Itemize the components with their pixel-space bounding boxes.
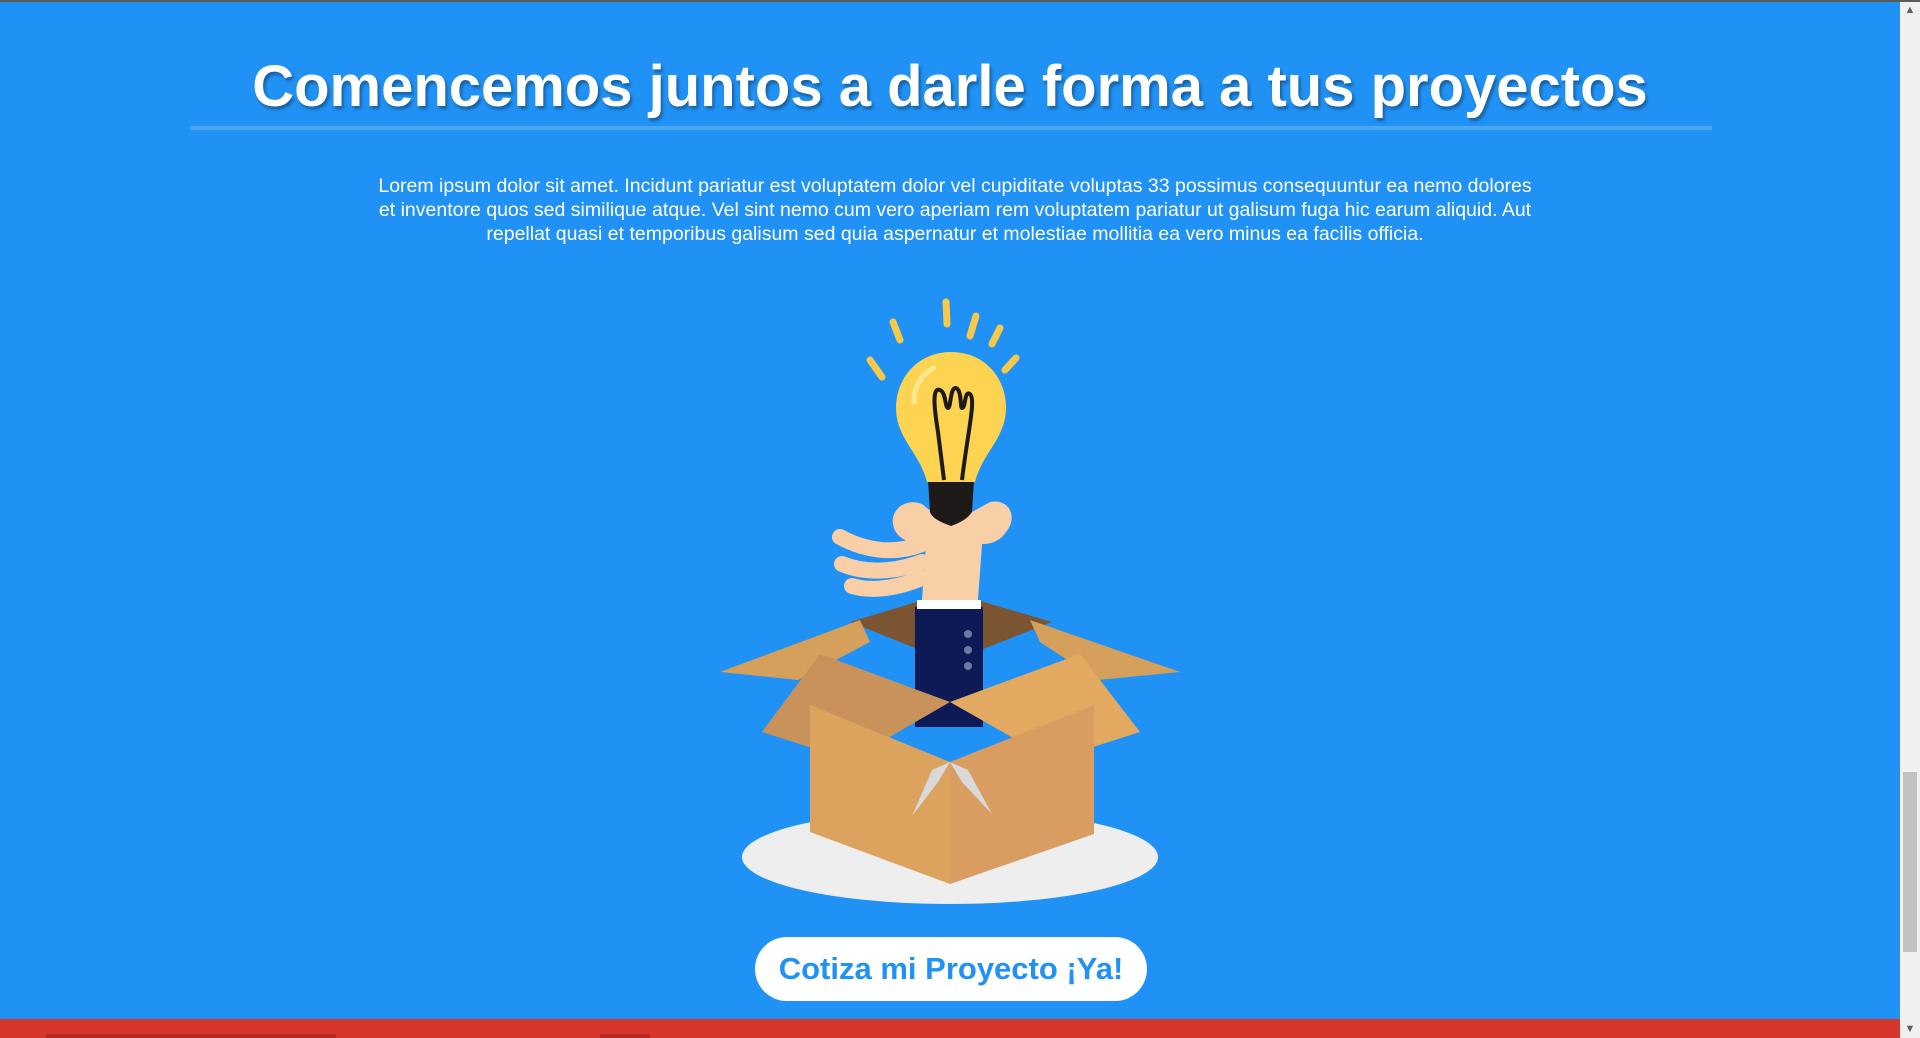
- shirt-cuff: [917, 600, 981, 609]
- page-title: Comencemos juntos a darle forma a tus pr…: [252, 54, 1648, 119]
- chevron-up-icon[interactable]: ▲: [1900, 2, 1920, 19]
- bulb-glass: [896, 352, 1006, 482]
- footer-bar: [0, 1019, 1900, 1038]
- title-divider: [190, 126, 1712, 130]
- hero-section: Comencemos juntos a darle forma a tus pr…: [0, 2, 1900, 1019]
- chevron-down-icon[interactable]: ▼: [1900, 1021, 1920, 1038]
- idea-box-illustration: [720, 298, 1180, 904]
- quote-project-button[interactable]: Cotiza mi Proyecto ¡Ya!: [755, 937, 1147, 1001]
- hero-description: Lorem ipsum dolor sit amet. Incidunt par…: [378, 175, 1532, 245]
- scrollbar-thumb[interactable]: [1903, 772, 1917, 952]
- vertical-scrollbar[interactable]: ▲ ▼: [1900, 2, 1920, 1038]
